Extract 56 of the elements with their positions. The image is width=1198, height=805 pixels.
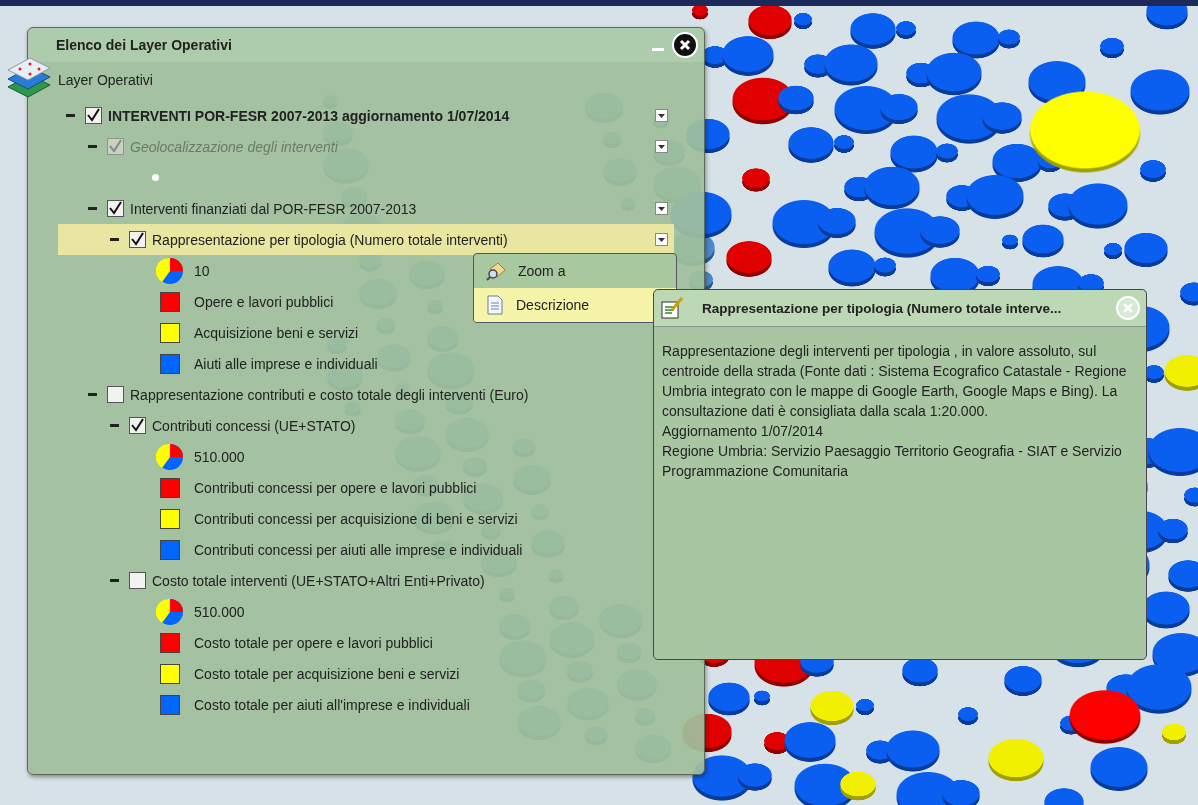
collapse-icon[interactable] (110, 235, 119, 244)
window-title: Rappresentazione per tipologia (Numero totale interve... (702, 300, 1063, 316)
legend-label: Costo totale per aiuti all'imprese e individuali (194, 696, 470, 713)
document-icon (486, 295, 504, 315)
dropdown-icon[interactable] (655, 233, 668, 246)
collapse-icon[interactable] (88, 204, 97, 213)
layer-checkbox[interactable] (107, 386, 124, 403)
legend-label: Contributi concessi per opere e lavori pubblici (194, 479, 477, 496)
pie-chart-icon (156, 442, 184, 471)
pie-chart-icon (156, 256, 184, 285)
legend-label: 510.000 (194, 603, 245, 620)
layer-checkbox[interactable] (129, 231, 146, 248)
collapse-icon[interactable] (66, 111, 75, 120)
layer-row[interactable]: Costo totale interventi (UE+STATO+Altri Enti+Privato) (58, 565, 493, 596)
layer-checkbox[interactable] (129, 417, 146, 434)
note-pencil-icon (660, 296, 684, 320)
description-text: Regione Umbria: Servizio Paesaggio Territorio Geografia - SIAT e Servizio Programmazione Comunitaria (662, 442, 1123, 481)
layer-label: Rappresentazione contributi e costo totale degli interventi (Euro) (130, 386, 529, 403)
panel-subtitle: Layer Operativi (57, 71, 154, 90)
menu-item[interactable]: Zoom a (474, 254, 676, 288)
legend-label: 10 (194, 262, 210, 279)
layer-label: Contributi concessi (UE+STATO) (152, 417, 356, 434)
panel-title: Elenco dei Layer Operativi (56, 37, 233, 53)
legend-label: Costo totale per acquisizione beni e servizi (194, 665, 460, 682)
legend-label: Contributi concessi per aiuti alle imprese e individuali (194, 541, 523, 558)
description-text: Aggiornamento 1/07/2014 (662, 422, 825, 441)
legend-label: Aiuti alle imprese e individuali (194, 355, 378, 372)
pie-chart-icon (156, 597, 184, 626)
collapse-icon[interactable] (88, 390, 97, 399)
legend-label: 510.000 (194, 448, 245, 465)
layer-row[interactable]: Rappresentazione per tipologia (Numero totale interventi) (58, 224, 674, 255)
layer-checkbox[interactable] (107, 200, 124, 217)
layer-label: Interventi finanziati dal POR-FESR 2007-2013 (130, 200, 418, 217)
layer-label: INTERVENTI POR-FESR 2007-2013 aggiornamento 1/07/2014 (108, 107, 511, 124)
layer-checkbox[interactable] (129, 572, 146, 589)
collapse-icon[interactable] (110, 576, 119, 585)
collapse-icon[interactable] (110, 421, 119, 430)
dropdown-icon[interactable] (655, 109, 668, 122)
description-text: Rappresentazione degli interventi per tipologia , in valore assoluto, sul centroide della strada (Fonte dati : Sistema Ecografico Catastale - Regione Umbria integrato con le mappe di Google Earth, Google Maps e Bing). La consultazione dati è consigliata dalla scala 1:20.000. (662, 342, 1128, 421)
legend-label: Opere e lavori pubblici (194, 293, 334, 310)
layer-row[interactable]: Interventi finanziati dal POR-FESR 2007-2013 (58, 193, 674, 224)
layer-label: Costo totale interventi (UE+STATO+Altri Enti+Privato) (152, 572, 485, 589)
layer-label: Rappresentazione per tipologia (Numero totale interventi) (152, 231, 509, 248)
legend-label: Costo totale per opere e lavori pubblici (194, 634, 433, 651)
legend-label: Acquisizione beni e servizi (194, 324, 359, 341)
dropdown-icon[interactable] (655, 202, 668, 215)
menu-item[interactable]: Descrizione (474, 288, 676, 322)
zoom-icon (486, 261, 506, 281)
layer-label: Geolocalizzazione degli interventi (130, 138, 339, 155)
close-icon[interactable] (672, 32, 698, 58)
legend-label: Contributi concessi per acquisizione di beni e servizi (194, 510, 518, 527)
layer-row[interactable]: Contributi concessi (UE+STATO) (58, 410, 364, 441)
layer-row[interactable]: INTERVENTI POR-FESR 2007-2013 aggiornamento 1/07/2014 (58, 100, 674, 131)
point-symbol-icon (152, 174, 159, 181)
layer-row[interactable]: Rappresentazione contributi e costo totale degli interventi (Euro) (58, 379, 537, 410)
layer-checkbox[interactable] (85, 107, 102, 124)
